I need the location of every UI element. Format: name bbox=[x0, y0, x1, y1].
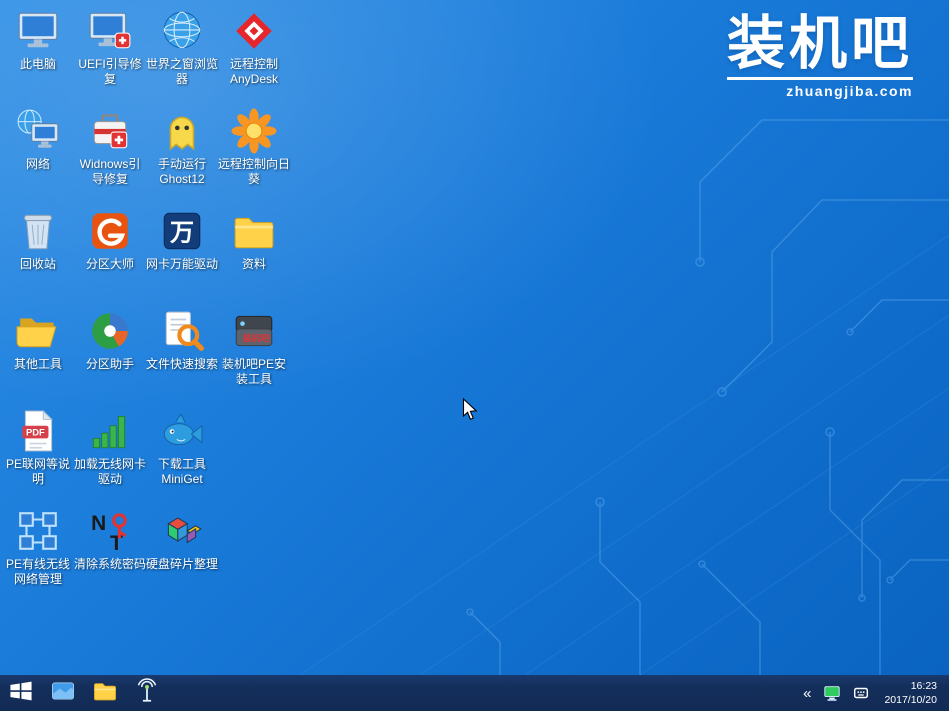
desktop-icon-quick-file-search[interactable]: 文件快速搜索 bbox=[146, 308, 218, 372]
toolbox-icon bbox=[87, 108, 133, 154]
desktop-icon-label: 网卡万能驱动 bbox=[146, 257, 218, 272]
recycle-bin-icon bbox=[15, 208, 61, 254]
network-globe-icon bbox=[15, 108, 61, 154]
folder-icon bbox=[231, 208, 277, 254]
brand-domain-text: zhuangjiba.com bbox=[727, 77, 913, 99]
desktop-icon-partition-assistant[interactable]: 分区助手 bbox=[74, 308, 146, 372]
svg-text:T: T bbox=[110, 532, 123, 554]
desktop-icon-label: 手动运行Ghost12 bbox=[146, 157, 218, 187]
tray-expand-chevron-icon[interactable]: « bbox=[801, 685, 813, 702]
svg-text:N: N bbox=[91, 512, 106, 535]
taskbar: « 16:23 2017/10/20 bbox=[0, 675, 949, 711]
input-device-tray-icon[interactable] bbox=[851, 683, 871, 703]
start-flag-icon bbox=[8, 678, 34, 709]
desktop-icon-wireless-nic-driver[interactable]: 加载无线网卡驱动 bbox=[74, 408, 146, 487]
ghost-icon bbox=[159, 108, 205, 154]
desktop-icon-label: PE联网等说明 bbox=[2, 457, 74, 487]
desktop-icon-label: PE有线无线网络管理 bbox=[2, 557, 74, 587]
folder-open-icon bbox=[15, 308, 61, 354]
desktop-icon-label: UEFI引导修复 bbox=[74, 57, 146, 87]
desktop-icon-label: 分区助手 bbox=[86, 357, 134, 372]
nt-key-icon: NT bbox=[87, 508, 133, 554]
sunflower-icon bbox=[231, 108, 277, 154]
desktop-icon-label: 远程控制AnyDesk bbox=[218, 57, 290, 87]
desktop-icon-label: 网络 bbox=[26, 157, 50, 172]
system-tray: « 16:23 2017/10/20 bbox=[801, 675, 945, 711]
desktop-icon-label: 装机吧PE安装工具 bbox=[218, 357, 290, 387]
folder-win-icon bbox=[92, 678, 118, 709]
tray-clock[interactable]: 16:23 2017/10/20 bbox=[880, 679, 941, 707]
desktop-icon-zhuangjiba-pe-installer[interactable]: 装机吧装机吧PE安装工具 bbox=[218, 308, 290, 387]
defrag-icon bbox=[159, 508, 205, 554]
partition-icon bbox=[87, 308, 133, 354]
desktop-icon-label: 加载无线网卡驱动 bbox=[74, 457, 146, 487]
fish-icon bbox=[159, 408, 205, 454]
desktop-icon-label: 分区大师 bbox=[86, 257, 134, 272]
wireless-icon bbox=[134, 678, 160, 709]
desktop-icon-pe-network-manager[interactable]: PE有线无线网络管理 bbox=[2, 508, 74, 587]
wan-driver-icon: 万 bbox=[159, 208, 205, 254]
desktop-icon-uefi-boot-repair[interactable]: UEFI引导修复 bbox=[74, 8, 146, 87]
signal-icon bbox=[87, 408, 133, 454]
desktop-icon-pe-network-guide[interactable]: PDF PE联网等说明 bbox=[2, 408, 74, 487]
desktop-icon-other-tools[interactable]: 其他工具 bbox=[2, 308, 74, 372]
brand-logo-text: 装机吧 bbox=[727, 14, 913, 75]
desktop-icon-disk-defrag[interactable]: 硬盘碎片整理 bbox=[146, 508, 218, 572]
desktop-icon-label: 此电脑 bbox=[20, 57, 56, 72]
tray-date: 2017/10/20 bbox=[884, 693, 937, 707]
svg-text:装机吧: 装机吧 bbox=[242, 332, 270, 343]
start-button[interactable] bbox=[0, 675, 42, 711]
desktop-icon-label: 其他工具 bbox=[14, 357, 62, 372]
desktop-icon-label: 回收站 bbox=[20, 257, 56, 272]
desktop-icon-sunflower-remote[interactable]: 远程控制向日葵 bbox=[218, 108, 290, 187]
network-manage-icon bbox=[15, 508, 61, 554]
pdf-icon: PDF bbox=[15, 408, 61, 454]
pe-install-icon: 装机吧 bbox=[231, 308, 277, 354]
tray-time: 16:23 bbox=[884, 679, 937, 693]
blue-app-button[interactable] bbox=[42, 675, 84, 711]
desktop-icon-label: 清除系统密码 bbox=[74, 557, 146, 572]
desktop-icon-windows-boot-repair[interactable]: Widnows引导修复 bbox=[74, 108, 146, 187]
computer-repair-icon bbox=[87, 8, 133, 54]
desktop-icon-label: 下载工具MiniGet bbox=[146, 457, 218, 487]
desktop-icon-ghost12[interactable]: 手动运行Ghost12 bbox=[146, 108, 218, 187]
svg-text:PDF: PDF bbox=[26, 427, 45, 438]
desktop-icon-anydesk-remote[interactable]: 远程控制AnyDesk bbox=[218, 8, 290, 87]
desktop-icon-label: 资料 bbox=[242, 257, 266, 272]
desktop-icon-documents[interactable]: 资料 bbox=[218, 208, 290, 272]
brand-watermark: 装机吧 zhuangjiba.com bbox=[727, 14, 913, 99]
desktop-icon-label: 硬盘碎片整理 bbox=[146, 557, 218, 572]
desktop-icon-clear-system-password[interactable]: NT 清除系统密码 bbox=[74, 508, 146, 572]
desktop-icon-this-pc[interactable]: 此电脑 bbox=[2, 8, 74, 72]
svg-text:万: 万 bbox=[170, 219, 194, 246]
desktop-icon-partition-master[interactable]: 分区大师 bbox=[74, 208, 146, 272]
desktop-icon-label: Widnows引导修复 bbox=[74, 157, 146, 187]
diskgenius-icon bbox=[87, 208, 133, 254]
desktop-icon-label: 文件快速搜索 bbox=[146, 357, 218, 372]
desktop-icon-nic-universal-driver[interactable]: 万网卡万能驱动 bbox=[146, 208, 218, 272]
blue-app-icon bbox=[50, 678, 76, 709]
computer-icon bbox=[15, 8, 61, 54]
taskbar-left-buttons bbox=[0, 675, 168, 711]
display-tray-icon[interactable] bbox=[822, 683, 842, 703]
desktop-icon-label: 世界之窗浏览器 bbox=[146, 57, 218, 87]
desktop-icon-network[interactable]: 网络 bbox=[2, 108, 74, 172]
globe-icon bbox=[159, 8, 205, 54]
pe-desktop-screen: 此电脑 UEFI引导修复世界之窗浏览器远程控制AnyDesk 网络 Widnows引导… bbox=[0, 0, 949, 711]
search-icon bbox=[159, 308, 205, 354]
desktop-icon-label: 远程控制向日葵 bbox=[218, 157, 290, 187]
desktop-background[interactable]: 此电脑 UEFI引导修复世界之窗浏览器远程控制AnyDesk 网络 Widnows引导… bbox=[0, 0, 949, 675]
wireless-button[interactable] bbox=[126, 675, 168, 711]
mouse-cursor bbox=[462, 398, 479, 427]
desktop-icon-recycle-bin[interactable]: 回收站 bbox=[2, 208, 74, 272]
desktop-icon-miniget-downloader[interactable]: 下载工具MiniGet bbox=[146, 408, 218, 487]
desktop-icon-world-window-browser[interactable]: 世界之窗浏览器 bbox=[146, 8, 218, 87]
file-explorer-button[interactable] bbox=[84, 675, 126, 711]
anydesk-icon bbox=[231, 8, 277, 54]
